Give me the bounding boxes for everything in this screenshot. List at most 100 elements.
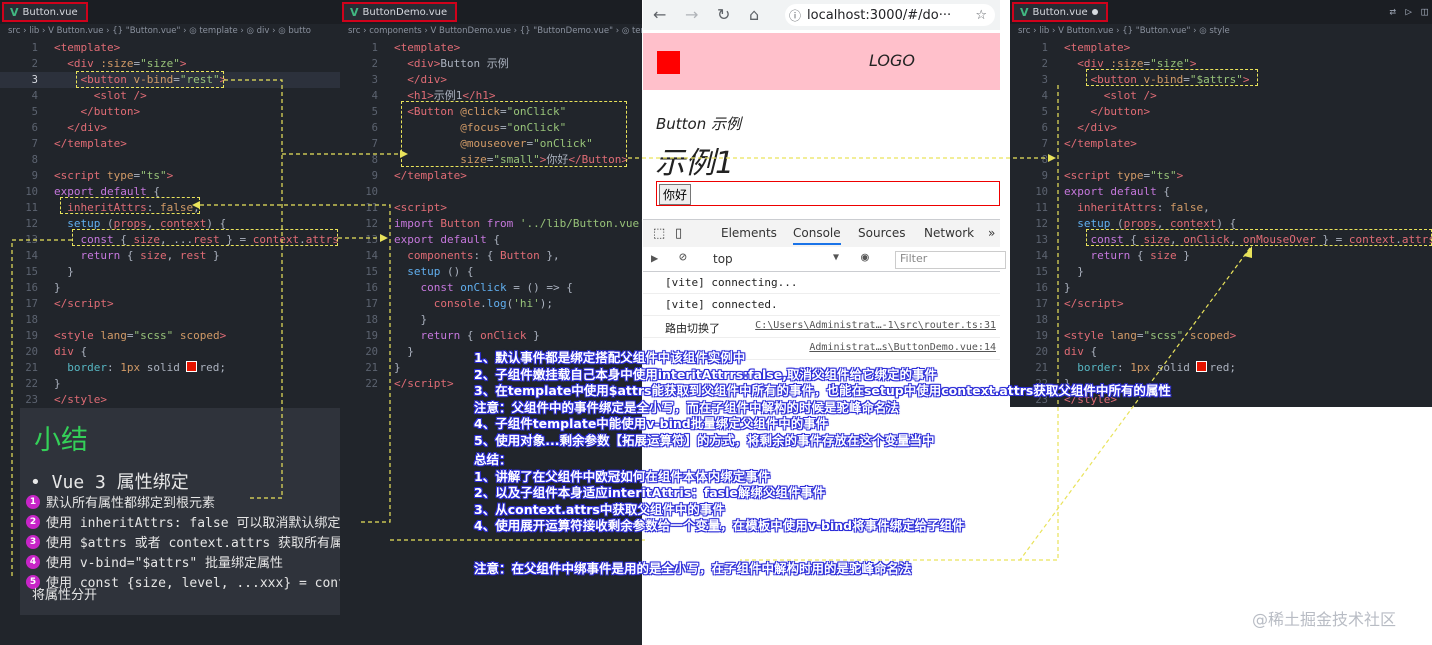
compare-icon[interactable]: ⇄ — [1389, 5, 1396, 18]
code-line[interactable]: 19 <style lang="scss" scoped> — [0, 328, 340, 344]
code-line[interactable]: 4 <slot /> — [0, 88, 340, 104]
line-number: 11 — [1035, 202, 1048, 214]
home-icon[interactable]: ⌂ — [749, 5, 759, 24]
code-line[interactable]: 12 import Button from '../lib/Button.vue' — [340, 216, 642, 232]
code-line[interactable]: 14 components: { Button }, — [340, 248, 642, 264]
clear-console-icon[interactable]: ⊘ — [679, 250, 687, 265]
code-line[interactable]: 2 <div>Button 示例 — [340, 56, 642, 72]
code-line[interactable]: 15 } — [1010, 264, 1432, 280]
code-line[interactable]: 5 </button> — [1010, 104, 1432, 120]
code-line[interactable]: 13 export default { — [340, 232, 642, 248]
code-line[interactable]: 2 <div :size="size"> — [1010, 56, 1432, 72]
toggle-menu-icon[interactable] — [657, 51, 680, 74]
code-line[interactable]: 10 export default { — [1010, 184, 1432, 200]
tab-buttondemo-vue[interactable]: V ButtonDemo.vue — [342, 2, 458, 22]
code-line[interactable]: 7 </template> — [0, 136, 340, 152]
demo-button[interactable]: 你好 — [659, 184, 692, 205]
code-line[interactable]: 8 — [0, 152, 340, 168]
code-text: <template> — [54, 41, 121, 54]
code-line[interactable]: 23 </style> — [0, 392, 340, 408]
code-line[interactable]: 16} — [0, 280, 340, 296]
code-line[interactable]: 12 setup (props, context) { — [1010, 216, 1432, 232]
code-line[interactable]: 13 const { size, onClick, onMouseOver } … — [1010, 232, 1432, 248]
code-line[interactable]: 6 </div> — [1010, 120, 1432, 136]
code-line[interactable]: 12 setup (props, context) { — [0, 216, 340, 232]
code-line[interactable]: 15 } — [0, 264, 340, 280]
code-line[interactable]: 1 <template> — [340, 40, 642, 56]
address-bar[interactable]: ⓘ localhost:3000/#/do··· ☆ — [785, 4, 995, 26]
code-line[interactable]: 6 @focus="onClick" — [340, 120, 642, 136]
code-line[interactable]: 11 inheritAttrs: false, — [0, 200, 340, 216]
code-line[interactable]: 6 </div> — [0, 120, 340, 136]
code-editor[interactable]: 1 <template> 2 <div :size="size"> 3 <button… — [0, 40, 340, 408]
code-line[interactable]: 5 </button> — [0, 104, 340, 120]
console-filter-input[interactable]: Filter — [895, 251, 1006, 269]
code-line[interactable]: 9 <script type="ts"> — [0, 168, 340, 184]
sidebar-toggle-icon[interactable]: ▶ — [651, 251, 658, 265]
inspect-icon[interactable]: ⬚ — [653, 226, 665, 241]
context-select[interactable]: top — [713, 252, 733, 266]
split-editor-icon[interactable]: ◫ — [1421, 5, 1428, 18]
vue-icon: V — [350, 5, 359, 19]
code-line[interactable]: 13 const { size, ...rest } = context.att… — [0, 232, 340, 248]
info-icon[interactable]: ⓘ — [789, 7, 801, 24]
code-line[interactable]: 9 <script type="ts"> — [1010, 168, 1432, 184]
code-line[interactable]: 7 @mouseover="onClick" — [340, 136, 642, 152]
code-editor[interactable]: 1 <template> 2 <div>Button 示例 3 </div> 4 <h1… — [340, 40, 642, 392]
code-line[interactable]: 15 setup () { — [340, 264, 642, 280]
code-line[interactable]: 3 <button v-bind="$attrs"> — [1010, 72, 1432, 88]
code-line[interactable]: 18 — [0, 312, 340, 328]
code-line[interactable]: 3 </div> — [340, 72, 642, 88]
code-line[interactable]: 1 <template> — [0, 40, 340, 56]
tab-network[interactable]: Network — [924, 226, 974, 240]
code-line[interactable]: 7 </template> — [1010, 136, 1432, 152]
code-line[interactable]: 17 </script> — [0, 296, 340, 312]
code-text: <button v-bind="$attrs"> — [1090, 73, 1250, 86]
run-icon[interactable]: ▷ — [1405, 5, 1412, 18]
code-line[interactable]: 22} — [0, 376, 340, 392]
code-line[interactable]: 11 <script> — [340, 200, 642, 216]
device-toolbar-icon[interactable]: ▯ — [675, 226, 682, 241]
tab-sources[interactable]: Sources — [858, 226, 905, 240]
code-text: </template> — [54, 137, 127, 150]
reload-icon[interactable]: ↻ — [717, 5, 730, 24]
tab-elements[interactable]: Elements — [721, 226, 777, 240]
code-line[interactable]: 10 export default { — [0, 184, 340, 200]
code-line[interactable]: 8 — [1010, 152, 1432, 168]
number-badge: 1 — [26, 494, 40, 509]
code-line[interactable]: 3 <button v-bind="rest"> — [0, 72, 340, 88]
code-line[interactable]: 10 — [340, 184, 642, 200]
forward-icon[interactable]: → — [685, 5, 698, 24]
code-line[interactable]: 9 </template> — [340, 168, 642, 184]
back-icon[interactable]: ← — [653, 5, 666, 24]
tab-button-vue-modified[interactable]: V Button.vue — [1012, 2, 1108, 22]
code-line[interactable]: 14 return { size } — [1010, 248, 1432, 264]
code-line[interactable]: 1 <template> — [1010, 40, 1432, 56]
code-line[interactable]: 14 return { size, rest } — [0, 248, 340, 264]
code-line[interactable]: 11 inheritAttrs: false, — [1010, 200, 1432, 216]
code-line[interactable]: 19 return { onClick } — [340, 328, 642, 344]
bookmark-star-icon[interactable]: ☆ — [975, 8, 987, 23]
code-line[interactable]: 4 <slot /> — [1010, 88, 1432, 104]
console-source-link[interactable]: C:\Users\Administrat…-1\src\router.ts:31 — [755, 320, 996, 331]
code-line[interactable]: 17 </script> — [1010, 296, 1432, 312]
code-line[interactable]: 18 — [1010, 312, 1432, 328]
code-line[interactable]: 19 <style lang="scss" scoped> — [1010, 328, 1432, 344]
annotation-line: 4、使用展开运算符接收剩余参数给一个变量，在模板中使用v-bind将事件绑定给子… — [474, 518, 965, 533]
code-line[interactable]: 5 <Button @click="onClick" — [340, 104, 642, 120]
code-line[interactable]: 17 console.log('hi'); — [340, 296, 642, 312]
code-line[interactable]: 8 size="small">你好</Button> — [340, 152, 642, 168]
code-line[interactable]: 16} — [1010, 280, 1432, 296]
more-tabs-icon[interactable]: » — [988, 226, 995, 240]
code-line[interactable]: 20 div { — [0, 344, 340, 360]
line-number: 13 — [1035, 234, 1048, 246]
code-line[interactable]: 2 <div :size="size"> — [0, 56, 340, 72]
tab-button-vue[interactable]: V Button.vue — [2, 2, 88, 22]
eye-icon[interactable]: ◉ — [861, 250, 869, 265]
code-line[interactable]: 18 } — [340, 312, 642, 328]
code-line[interactable]: 16 const onClick = () => { — [340, 280, 642, 296]
tab-console[interactable]: Console — [793, 226, 841, 245]
code-line[interactable]: 21 border: 1px solid red; — [0, 360, 340, 376]
code-line[interactable]: 4 <h1>示例1</h1> — [340, 88, 642, 104]
code-text: </button> — [1090, 105, 1151, 118]
